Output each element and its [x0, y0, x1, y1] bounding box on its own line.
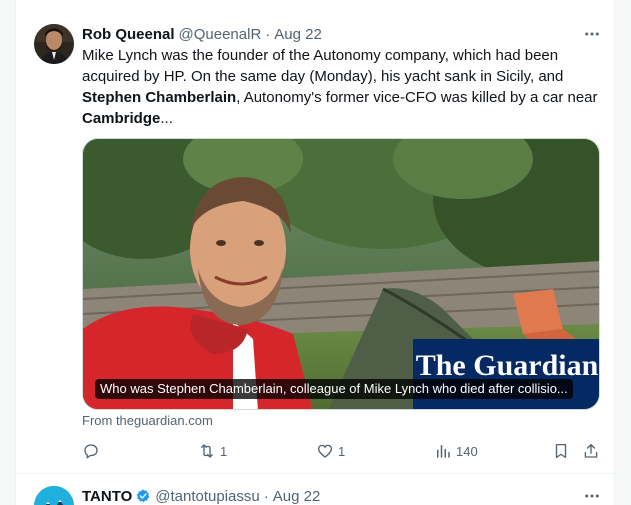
retweet-count: 1	[220, 443, 228, 459]
card-image: The Guardian	[83, 139, 599, 409]
tweet-header: Rob Queenal @QueenalR · Aug 22	[82, 24, 322, 44]
like-count: 1	[338, 443, 346, 459]
tweet-date[interactable]: Aug 22	[274, 26, 322, 43]
views-icon	[437, 445, 450, 458]
tweet-actions: 1 1 140	[82, 440, 602, 462]
bookmark-icon	[555, 443, 567, 459]
views-count: 140	[456, 443, 478, 459]
separator-dot: ·	[265, 25, 271, 43]
timeline: Rob Queenal @QueenalR · Aug 22 Mike Lync…	[15, 0, 616, 505]
tweet-text-part: Mike Lynch was the founder of the Autono…	[82, 47, 564, 85]
like-button[interactable]: 1	[316, 440, 345, 462]
views-button[interactable]: 140	[434, 440, 478, 462]
author-name[interactable]: TANTO	[82, 488, 132, 505]
ellipsis-icon[interactable]	[582, 486, 602, 505]
card-watermark: The Guardian	[416, 349, 599, 382]
tweet-text-bold: Stephen Chamberlain	[82, 89, 237, 106]
share-icon	[584, 443, 598, 458]
verified-badge-icon	[137, 489, 150, 503]
tweet-text-part: , Autonomy's former vice-CFO was killed …	[236, 89, 598, 106]
link-card[interactable]: The Guardian Who was Stephen Chamberlain…	[82, 138, 600, 410]
card-source[interactable]: From theguardian.com	[82, 413, 213, 428]
tweet-text: Mike Lynch was the founder of the Autono…	[82, 45, 602, 129]
ellipsis-icon[interactable]	[582, 24, 602, 44]
author-name[interactable]: Rob Queenal	[82, 26, 175, 43]
tweet[interactable]: Rob Queenal @QueenalR · Aug 22 Mike Lync…	[16, 12, 616, 474]
separator-dot: ·	[263, 487, 269, 505]
avatar[interactable]	[34, 486, 74, 505]
retweet-icon	[201, 444, 213, 458]
tweet[interactable]: TANTO @tantotupiassu · Aug 22	[16, 474, 616, 505]
share-button[interactable]	[582, 440, 600, 462]
heart-icon	[317, 444, 333, 458]
reply-button[interactable]	[82, 440, 104, 462]
retweet-button[interactable]: 1	[198, 440, 227, 462]
avatar[interactable]	[34, 24, 74, 64]
author-handle[interactable]: @tantotupiassu	[155, 488, 259, 505]
reply-icon	[84, 444, 98, 459]
author-handle[interactable]: @QueenalR	[179, 26, 262, 43]
page-background: Rob Queenal @QueenalR · Aug 22 Mike Lync…	[0, 0, 631, 505]
tweet-text-part: ...	[160, 110, 173, 127]
tweet-header: TANTO @tantotupiassu · Aug 22	[82, 486, 320, 505]
card-caption[interactable]: Who was Stephen Chamberlain, colleague o…	[95, 379, 573, 399]
tweet-text-bold: Cambridge	[82, 110, 161, 127]
tweet-date[interactable]: Aug 22	[273, 488, 321, 505]
bookmark-button[interactable]	[552, 440, 570, 462]
